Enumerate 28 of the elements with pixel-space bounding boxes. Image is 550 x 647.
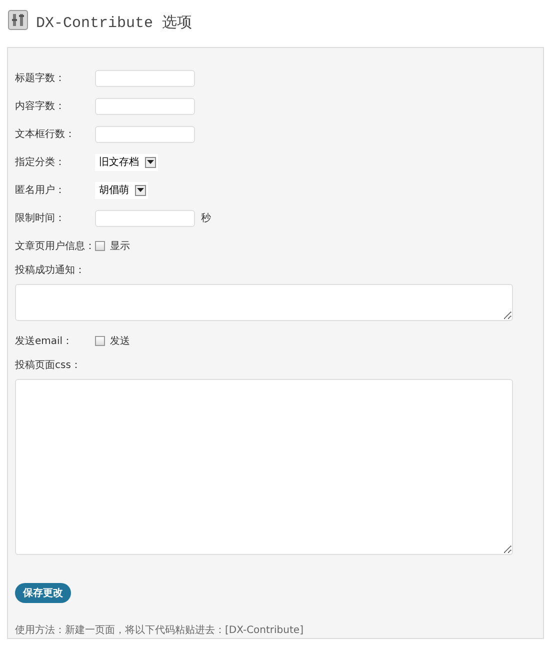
- field-label: 标题字数：: [15, 72, 66, 85]
- text-field[interactable]: [95, 210, 195, 226]
- field-label: 匿名用户：: [15, 184, 66, 197]
- checkbox[interactable]: [95, 241, 105, 251]
- save-button[interactable]: 保存更改: [15, 583, 71, 603]
- checkbox-label: 发送: [110, 335, 130, 348]
- checkbox-label: 显示: [110, 240, 130, 253]
- usage-note: 使用方法：新建一页面，将以下代码粘贴进去：[DX-Contribute]: [15, 624, 304, 637]
- field-label: 发送email：: [15, 335, 74, 348]
- caret-icon: [145, 156, 156, 168]
- field-label: 投稿成功通知：: [15, 264, 86, 278]
- text-area[interactable]: [15, 379, 513, 555]
- unit-label: 秒: [201, 212, 211, 225]
- text-field[interactable]: [95, 70, 195, 86]
- field-label: 指定分类：: [15, 156, 66, 169]
- caret-icon: [135, 184, 146, 196]
- dropdown[interactable]: 旧文存档: [95, 154, 158, 170]
- field-label: 文本框行数：: [15, 128, 76, 141]
- field-label: 文章页用户信息：: [15, 240, 95, 253]
- dropdown[interactable]: 胡倡萌: [95, 182, 148, 198]
- page-title: DX-Contribute 选项: [36, 14, 192, 32]
- field-label: 投稿页面css：: [15, 358, 82, 373]
- text-field[interactable]: [95, 126, 195, 142]
- text-field[interactable]: [95, 98, 195, 114]
- field-label: 内容字数：: [15, 100, 66, 113]
- checkbox[interactable]: [95, 336, 105, 346]
- text-area[interactable]: [15, 284, 513, 321]
- field-label: 限制时间：: [15, 212, 66, 225]
